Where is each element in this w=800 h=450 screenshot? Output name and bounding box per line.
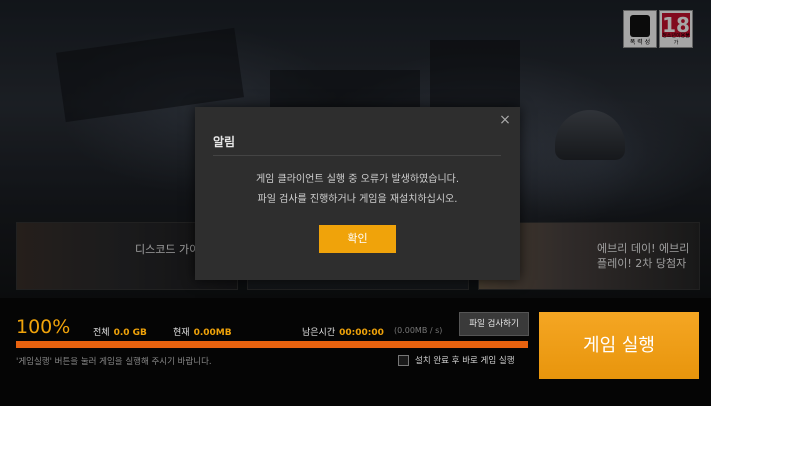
launch-game-button[interactable]: 게임 실행 xyxy=(539,312,699,379)
current-size-value: 0.00MB xyxy=(193,328,232,338)
status-bar: 100% 전체 0.0 GB 현재 0.00MB 남은시간 00:00:00 (0.0… xyxy=(0,298,711,406)
close-icon[interactable]: × xyxy=(498,112,512,128)
checkbox-box[interactable] xyxy=(398,354,409,366)
progress-bar-fill xyxy=(16,341,528,348)
dialog-divider xyxy=(213,155,501,156)
current-size-label: 현재 xyxy=(173,328,190,338)
remaining-time-value: 00:00:00 xyxy=(339,328,384,338)
auto-launch-label: 설치 완료 후 바로 게임 실행 xyxy=(415,356,515,366)
progress-percent: 100% xyxy=(16,316,71,338)
remaining-time-stat: 남은시간 00:00:00 xyxy=(302,325,384,338)
current-size-stat: 현재 0.00MB xyxy=(173,325,232,338)
check-files-button[interactable]: 파일 검사하기 xyxy=(459,312,529,336)
download-speed: (0.00MB / s) xyxy=(394,326,443,335)
auto-launch-checkbox[interactable]: 설치 완료 후 바로 게임 실행 xyxy=(398,353,515,367)
dialog-message-line-2: 파일 검사를 진행하거나 게임을 재설치하십시오. xyxy=(257,194,458,205)
progress-bar xyxy=(16,341,528,348)
error-dialog: 알림 × 게임 클라이언트 실행 중 오류가 발생하였습니다. 파일 검사를 진… xyxy=(195,107,520,280)
dialog-message-line-1: 게임 클라이언트 실행 중 오류가 발생하였습니다. xyxy=(255,174,460,185)
total-size-label: 전체 xyxy=(93,328,110,338)
launcher-window: 폭 력 성 18 청소년이용불가 디스코드 가이 에브리 데이! 에브리 플레이!… xyxy=(0,0,711,406)
dialog-title: 알림 xyxy=(213,135,236,149)
total-size-value: 0.0 GB xyxy=(113,328,147,338)
total-size-stat: 전체 0.0 GB xyxy=(93,325,147,338)
remaining-time-label: 남은시간 xyxy=(302,328,336,338)
confirm-button[interactable]: 확인 xyxy=(319,225,396,253)
launch-hint: '게임실행' 버튼을 눌러 게임을 실행해 주시기 바랍니다. xyxy=(16,357,212,367)
